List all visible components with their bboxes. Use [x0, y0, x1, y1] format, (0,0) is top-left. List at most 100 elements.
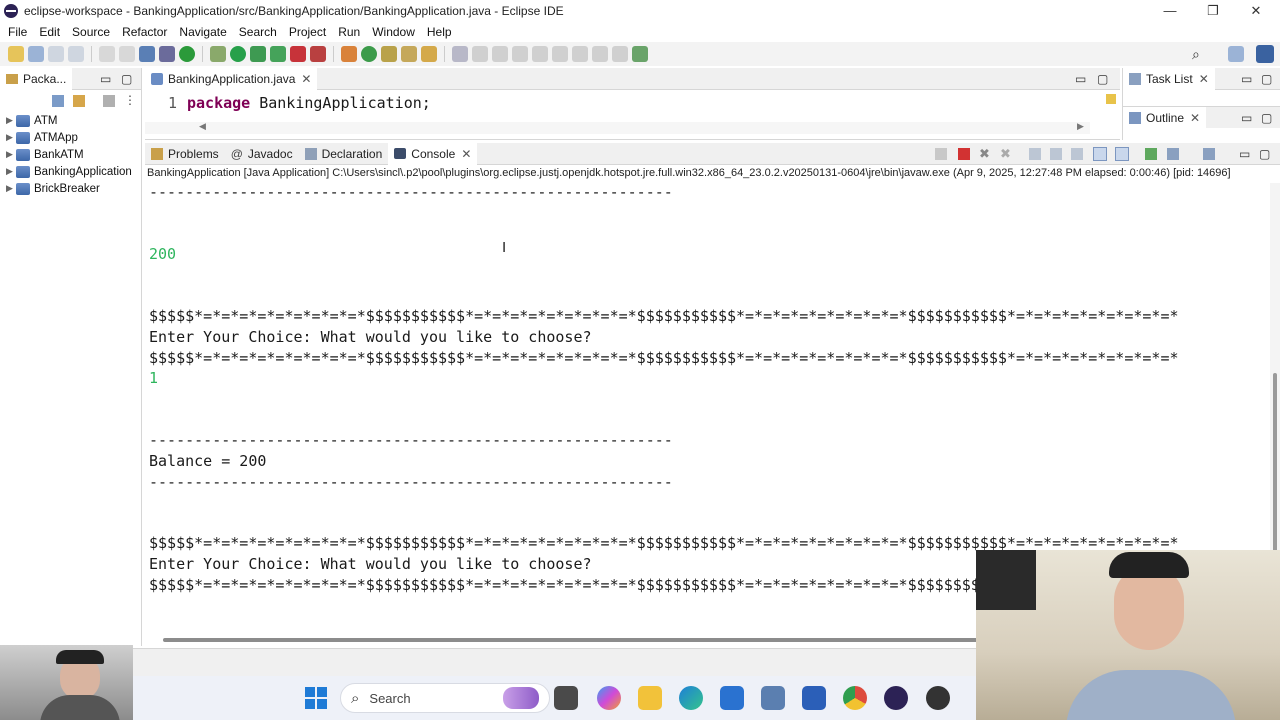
- pin-console-icon[interactable]: [1145, 148, 1157, 160]
- stop-icon[interactable]: [290, 46, 306, 62]
- tree-item-bankingapplication[interactable]: ▶ BankingApplication: [0, 163, 141, 180]
- tab-javadoc[interactable]: @ Javadoc: [225, 143, 299, 165]
- close-task-list-icon[interactable]: ✕: [1199, 72, 1209, 86]
- open-type-icon[interactable]: [381, 46, 397, 62]
- open-perspective-icon[interactable]: [1228, 46, 1244, 62]
- skip-breakpoints-icon[interactable]: [159, 46, 175, 62]
- show-stderr-icon[interactable]: [1115, 147, 1129, 161]
- chevron-right-icon[interactable]: ▶: [6, 115, 16, 126]
- chevron-right-icon[interactable]: ▶: [6, 166, 16, 177]
- debug-icon[interactable]: [210, 46, 226, 62]
- open-console-icon[interactable]: [1203, 148, 1215, 160]
- tree-item-brickbreaker[interactable]: ▶ BrickBreaker: [0, 180, 141, 197]
- scroll-left-icon[interactable]: ◀: [199, 121, 206, 132]
- new-icon[interactable]: [8, 46, 24, 62]
- next-annotation-icon[interactable]: [532, 46, 548, 62]
- tab-declaration[interactable]: Declaration: [299, 143, 389, 165]
- chevron-right-icon[interactable]: ▶: [6, 149, 16, 160]
- menu-run[interactable]: Run: [338, 25, 360, 39]
- tree-item-atm[interactable]: ▶ ATM: [0, 112, 141, 129]
- external-tools-icon[interactable]: [270, 46, 286, 62]
- maximize-console-icon[interactable]: ▢: [1259, 147, 1270, 161]
- edge-icon[interactable]: [679, 686, 703, 710]
- view-menu-icon[interactable]: ⋮: [124, 93, 136, 107]
- menu-edit[interactable]: Edit: [39, 25, 60, 39]
- maximize-button[interactable]: ❐: [1193, 2, 1233, 20]
- clear-launches-icon[interactable]: ✖: [1000, 146, 1011, 162]
- tab-console[interactable]: Console ✕: [388, 142, 478, 165]
- start-button[interactable]: [305, 687, 327, 709]
- notepad-icon[interactable]: [802, 686, 826, 710]
- tab-outline[interactable]: Outline ✕: [1123, 106, 1207, 129]
- java-perspective-icon[interactable]: [1256, 45, 1274, 63]
- new-class-icon[interactable]: [361, 46, 377, 62]
- minimize-outline-icon[interactable]: ▭: [1241, 111, 1252, 125]
- chevron-right-icon[interactable]: ▶: [6, 183, 16, 194]
- word-wrap-icon[interactable]: [1071, 148, 1083, 160]
- display-console-icon[interactable]: [1167, 148, 1179, 160]
- menu-project[interactable]: Project: [289, 25, 326, 39]
- menu-navigate[interactable]: Navigate: [179, 25, 226, 39]
- menu-window[interactable]: Window: [372, 25, 415, 39]
- focus-icon[interactable]: [103, 95, 115, 107]
- maximize-editor-icon[interactable]: ▢: [1097, 72, 1108, 86]
- redo-icon[interactable]: [119, 46, 135, 62]
- maximize-task-list-icon[interactable]: ▢: [1261, 72, 1272, 86]
- undo-icon[interactable]: [99, 46, 115, 62]
- minimize-view-icon[interactable]: ▭: [100, 72, 111, 86]
- scroll-lock-icon[interactable]: [1050, 148, 1062, 160]
- minimize-task-list-icon[interactable]: ▭: [1241, 72, 1252, 86]
- chevron-right-icon[interactable]: ▶: [6, 132, 16, 143]
- menu-search[interactable]: Search: [239, 25, 277, 39]
- run-coverage-icon[interactable]: [250, 46, 266, 62]
- tab-task-list[interactable]: Task List ✕: [1123, 67, 1215, 90]
- menu-source[interactable]: Source: [72, 25, 110, 39]
- new-java-project-icon[interactable]: [341, 46, 357, 62]
- code-line-1[interactable]: 1 package BankingApplication;: [145, 92, 1120, 114]
- menu-help[interactable]: Help: [427, 25, 452, 39]
- tree-item-atmapp[interactable]: ▶ ATMApp: [0, 129, 141, 146]
- toggle-mark-occurrences-icon[interactable]: [452, 46, 468, 62]
- close-window-button[interactable]: ✕: [1236, 2, 1276, 20]
- collapse-all-icon[interactable]: [52, 95, 64, 107]
- maximize-view-icon[interactable]: ▢: [121, 72, 132, 86]
- clear-console-icon[interactable]: [1029, 148, 1041, 160]
- copilot-icon[interactable]: [597, 686, 621, 710]
- menu-file[interactable]: File: [8, 25, 27, 39]
- menu-refactor[interactable]: Refactor: [122, 25, 167, 39]
- tree-item-bankatm[interactable]: ▶ BankATM: [0, 146, 141, 163]
- close-outline-icon[interactable]: ✕: [1190, 111, 1200, 125]
- minimize-editor-icon[interactable]: ▭: [1075, 72, 1086, 86]
- close-tab-icon[interactable]: ✕: [301, 72, 311, 86]
- obs-icon[interactable]: [926, 686, 950, 710]
- show-whitespace-icon[interactable]: [492, 46, 508, 62]
- pin-editor-icon[interactable]: [632, 46, 648, 62]
- pilcrow-icon[interactable]: [512, 46, 528, 62]
- run-icon[interactable]: [230, 46, 246, 62]
- block-selection-icon[interactable]: [472, 46, 488, 62]
- remove-all-terminated-icon[interactable]: ✖: [979, 146, 990, 162]
- terminate-icon[interactable]: [958, 148, 970, 160]
- eclipse-taskbar-icon[interactable]: [884, 686, 908, 710]
- tab-bankingapplication-java[interactable]: BankingApplication.java ✕: [145, 67, 318, 90]
- coverage-icon[interactable]: [179, 46, 195, 62]
- editor-horizontal-scrollbar[interactable]: ◀ ▶: [145, 121, 1090, 134]
- tab-problems[interactable]: Problems: [145, 143, 225, 165]
- save-all-icon[interactable]: [68, 46, 84, 62]
- search-icon[interactable]: ⌕: [1192, 46, 1208, 62]
- save-icon[interactable]: [48, 46, 64, 62]
- remove-launch-icon[interactable]: [935, 148, 947, 160]
- last-edit-icon[interactable]: [572, 46, 588, 62]
- tab-package-explorer[interactable]: Packa...: [0, 67, 73, 90]
- link-with-editor-icon[interactable]: [73, 95, 85, 107]
- taskbar-search[interactable]: ⌕ Search: [340, 683, 550, 713]
- show-stdout-icon[interactable]: [1093, 147, 1107, 161]
- open-icon[interactable]: [28, 46, 44, 62]
- calculator-icon[interactable]: [761, 686, 785, 710]
- open-task-icon[interactable]: [401, 46, 417, 62]
- file-explorer-icon[interactable]: [638, 686, 662, 710]
- scroll-right-icon[interactable]: ▶: [1077, 121, 1084, 132]
- previous-annotation-icon[interactable]: [552, 46, 568, 62]
- maximize-outline-icon[interactable]: ▢: [1261, 111, 1272, 125]
- store-icon[interactable]: [720, 686, 744, 710]
